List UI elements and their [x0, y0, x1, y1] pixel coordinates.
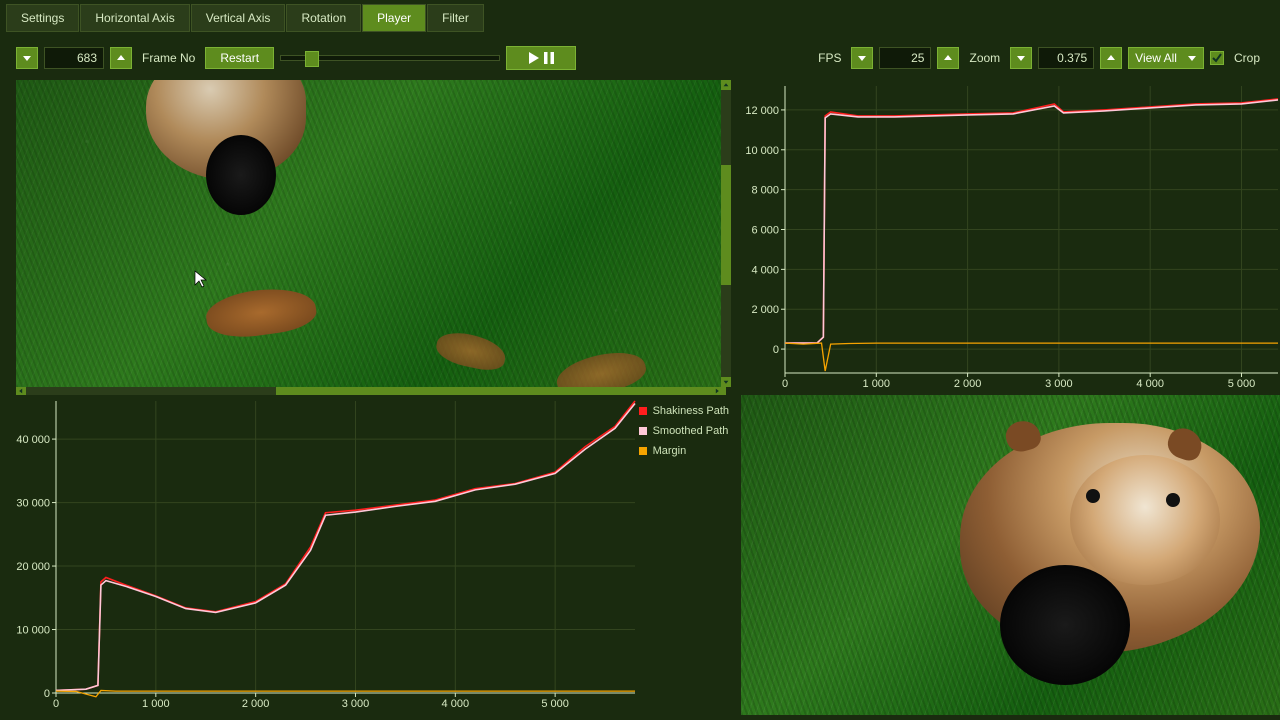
original-video[interactable]	[16, 80, 722, 387]
svg-text:4 000: 4 000	[442, 698, 470, 710]
horizontal-scrollbar[interactable]	[16, 387, 722, 395]
scrollbar-thumb[interactable]	[276, 387, 726, 395]
frame-up-button[interactable]	[110, 47, 132, 69]
tab-bar: SettingsHorizontal AxisVertical AxisRota…	[0, 0, 1280, 32]
zoom-input[interactable]: 0.375	[1038, 47, 1094, 69]
svg-text:40 000: 40 000	[16, 434, 50, 446]
svg-text:10 000: 10 000	[16, 625, 50, 637]
playback-slider[interactable]	[280, 55, 500, 61]
legend-label: Smoothed Path	[653, 425, 729, 437]
svg-text:6 000: 6 000	[751, 225, 779, 237]
chevron-down-icon	[1187, 53, 1197, 63]
svg-text:2 000: 2 000	[242, 698, 270, 710]
svg-text:2 000: 2 000	[954, 378, 982, 390]
legend-item: Smoothed Path	[639, 423, 729, 439]
chart-top-right: 0 1 000 2 000 3 000 4 000 5 000 0 2 000 4 000 6 0…	[735, 80, 1280, 395]
legend-label: Shakiness Path	[653, 405, 729, 417]
vertical-scrollbar[interactable]	[721, 80, 731, 387]
chart-bottom-left: 0 1 000 2 000 3 000 4 000 5 000 0 10 000 20 000 3…	[0, 395, 735, 715]
cursor-icon	[194, 270, 208, 288]
scrollbar-thumb[interactable]	[721, 165, 731, 285]
original-video-viewport	[0, 80, 735, 395]
tab-settings[interactable]: Settings	[6, 4, 79, 32]
fps-label: FPS	[814, 51, 845, 65]
legend-item: Shakiness Path	[639, 403, 729, 419]
scroll-down-arrow[interactable]	[721, 377, 731, 387]
scroll-right-arrow[interactable]	[712, 387, 722, 395]
fps-input[interactable]: 25	[879, 47, 931, 69]
svg-text:4 000: 4 000	[751, 264, 779, 276]
tab-filter[interactable]: Filter	[427, 4, 484, 32]
scroll-up-arrow[interactable]	[721, 80, 731, 90]
legend-swatch	[639, 407, 647, 415]
svg-text:5 000: 5 000	[1228, 378, 1256, 390]
slider-thumb[interactable]	[305, 51, 319, 67]
stabilized-preview	[735, 395, 1280, 715]
play-pause-button[interactable]	[506, 46, 576, 70]
fps-up-button[interactable]	[937, 47, 959, 69]
restart-button[interactable]: Restart	[205, 47, 274, 69]
stabilized-video[interactable]	[741, 395, 1280, 715]
crop-label: Crop	[1230, 51, 1264, 65]
svg-text:5 000: 5 000	[541, 698, 569, 710]
chart-legend: Shakiness Path Smoothed Path Margin	[639, 399, 729, 463]
svg-text:30 000: 30 000	[16, 498, 50, 510]
legend-swatch	[639, 447, 647, 455]
legend-item: Margin	[639, 443, 729, 459]
svg-text:0: 0	[44, 688, 50, 700]
svg-text:0: 0	[782, 378, 788, 390]
legend-swatch	[639, 427, 647, 435]
svg-text:0: 0	[773, 344, 779, 356]
pause-icon	[544, 52, 554, 64]
svg-text:1 000: 1 000	[142, 698, 170, 710]
svg-text:2 000: 2 000	[751, 304, 779, 316]
frame-number-label: Frame No	[138, 51, 199, 65]
crop-checkbox[interactable]	[1210, 51, 1224, 65]
svg-text:10 000: 10 000	[745, 145, 779, 157]
legend-label: Margin	[653, 445, 687, 457]
svg-text:12 000: 12 000	[745, 105, 779, 117]
svg-text:3 000: 3 000	[1045, 378, 1073, 390]
svg-text:3 000: 3 000	[342, 698, 370, 710]
svg-text:20 000: 20 000	[16, 561, 50, 573]
tab-horizontal-axis[interactable]: Horizontal Axis	[80, 4, 189, 32]
svg-text:0: 0	[53, 698, 59, 710]
zoom-down-button[interactable]	[1010, 47, 1032, 69]
fps-down-button[interactable]	[851, 47, 873, 69]
play-icon	[529, 52, 540, 64]
tab-rotation[interactable]: Rotation	[286, 4, 361, 32]
toolbar: 683 Frame No Restart FPS 25 Zoom 0.375 V…	[0, 32, 1280, 80]
scroll-left-arrow[interactable]	[16, 387, 26, 395]
tab-player[interactable]: Player	[362, 4, 426, 32]
svg-text:8 000: 8 000	[751, 185, 779, 197]
zoom-label: Zoom	[965, 51, 1004, 65]
frame-down-button[interactable]	[16, 47, 38, 69]
zoom-up-button[interactable]	[1100, 47, 1122, 69]
svg-text:1 000: 1 000	[863, 378, 891, 390]
tab-vertical-axis[interactable]: Vertical Axis	[191, 4, 286, 32]
frame-number-input[interactable]: 683	[44, 47, 104, 69]
svg-text:4 000: 4 000	[1136, 378, 1164, 390]
viewmode-select[interactable]: View All	[1128, 47, 1204, 69]
